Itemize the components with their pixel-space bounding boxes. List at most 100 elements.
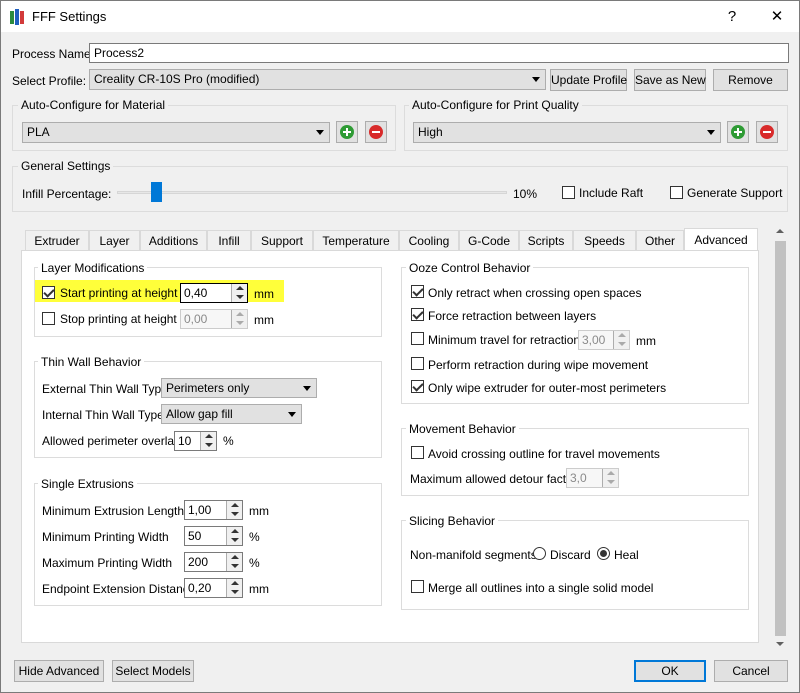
single-row-value: 1,00 [188,503,212,517]
stop-height-value: 0,00 [184,312,208,326]
slicing-title: Slicing Behavior [406,514,499,528]
min-travel-input[interactable]: 3,00 [578,330,630,350]
tab-layer[interactable]: Layer [89,230,140,251]
spin-arrows-icon[interactable] [226,501,242,519]
chevron-down-icon [303,386,311,391]
select-models-button[interactable]: Select Models [112,660,194,682]
spin-arrows-icon[interactable] [231,310,247,328]
internal-thin-wall-select[interactable]: Allow gap fill [161,404,302,424]
min-travel-checkbox[interactable] [411,332,424,345]
tab-additions[interactable]: Additions [140,230,207,251]
avoid-crossing-checkbox[interactable] [411,446,424,459]
force-retract-checkbox[interactable] [411,308,424,321]
single-row-input[interactable]: 0,20 [184,578,243,598]
scroll-up-icon[interactable] [776,229,784,233]
single-row-label: Maximum Printing Width [42,556,173,570]
spin-arrows-icon[interactable] [602,469,618,487]
include-raft-checkbox[interactable] [562,186,575,199]
infill-label: Infill Percentage: [22,187,112,201]
hide-advanced-button[interactable]: Hide Advanced [14,660,104,682]
infill-value: 10% [513,187,538,201]
merge-outlines-checkbox[interactable] [411,580,424,593]
tab-extruder[interactable]: Extruder [25,230,89,251]
infill-slider-track[interactable] [117,191,507,194]
single-row-input[interactable]: 1,00 [184,500,243,520]
material-select-value: PLA [27,125,50,139]
remove-profile-button[interactable]: Remove [713,69,788,91]
plus-icon [340,125,354,139]
external-thin-wall-label: External Thin Wall Type [42,382,168,396]
merge-outlines-label: Merge all outlines into a single solid m… [428,581,654,595]
spin-arrows-icon[interactable] [226,527,242,545]
detour-factor-value: 3,0 [570,471,587,485]
process-name-label: Process Name: [12,47,95,61]
only-retract-checkbox[interactable] [411,285,424,298]
tab-infill[interactable]: Infill [207,230,251,251]
tab-speeds[interactable]: Speeds [573,230,636,251]
internal-thin-wall-label: Internal Thin Wall Type [42,408,164,422]
spin-arrows-icon[interactable] [200,432,216,450]
single-row-unit: % [249,530,260,544]
detour-factor-label: Maximum allowed detour factor [410,472,577,486]
window-title: FFF Settings [32,9,107,24]
min-travel-unit: mm [636,334,656,348]
only-retract-label: Only retract when crossing open spaces [428,286,642,300]
save-as-new-button[interactable]: Save as New [634,69,706,91]
spin-arrows-icon[interactable] [226,553,242,571]
start-printing-checkbox[interactable] [42,286,55,299]
infill-slider-thumb[interactable] [151,182,162,202]
profile-select-value: Creality CR-10S Pro (modified) [94,72,260,86]
overlap-input[interactable]: 10 [174,431,217,451]
stop-height-input[interactable]: 0,00 [180,309,248,329]
only-wipe-label: Only wipe extruder for outer-most perime… [428,381,667,395]
perform-wipe-checkbox[interactable] [411,357,424,370]
scroll-down-icon[interactable] [776,642,784,646]
minus-icon [369,125,383,139]
chevron-down-icon [532,77,540,82]
remove-quality-button[interactable] [756,121,778,143]
tab-scripts[interactable]: Scripts [519,230,573,251]
single-row-input[interactable]: 50 [184,526,243,546]
generate-support-checkbox[interactable] [670,186,683,199]
discard-radio[interactable] [533,547,546,560]
scrollbar-thumb[interactable] [775,241,786,636]
only-wipe-checkbox[interactable] [411,380,424,393]
add-quality-button[interactable] [727,121,749,143]
stop-printing-checkbox[interactable] [42,312,55,325]
quality-select[interactable]: High [413,122,721,143]
update-profile-button[interactable]: Update Profile [550,69,627,91]
single-row-unit: % [249,556,260,570]
tab-support[interactable]: Support [251,230,313,251]
ok-button[interactable]: OK [634,660,706,682]
tab-other[interactable]: Other [636,230,684,251]
close-icon[interactable]: ✕ [754,1,800,32]
process-name-input[interactable]: Process2 [89,43,789,63]
spin-arrows-icon[interactable] [226,579,242,597]
external-thin-wall-value: Perimeters only [166,381,250,395]
heal-radio[interactable] [597,547,610,560]
tab-g-code[interactable]: G-Code [459,230,519,251]
start-height-input[interactable]: 0,40 [180,283,248,303]
start-height-unit: mm [254,287,274,301]
material-select[interactable]: PLA [22,122,330,143]
min-travel-label: Minimum travel for retraction [428,333,581,347]
tab-cooling[interactable]: Cooling [399,230,459,251]
spin-arrows-icon[interactable] [231,284,247,302]
external-thin-wall-select[interactable]: Perimeters only [161,378,317,398]
detour-factor-input[interactable]: 3,0 [566,468,619,488]
app-logo-icon [10,9,24,25]
help-button[interactable]: ? [709,1,755,32]
start-printing-label: Start printing at height [60,286,178,300]
remove-material-button[interactable] [365,121,387,143]
tab-temperature[interactable]: Temperature [313,230,399,251]
overlap-value: 10 [178,434,192,448]
min-travel-value: 3,00 [582,333,606,347]
movement-title: Movement Behavior [406,422,519,436]
add-material-button[interactable] [336,121,358,143]
spin-arrows-icon[interactable] [613,331,629,349]
profile-select[interactable]: Creality CR-10S Pro (modified) [89,69,546,90]
tab-advanced[interactable]: Advanced [684,228,758,251]
single-row-input[interactable]: 200 [184,552,243,572]
cancel-button[interactable]: Cancel [714,660,788,682]
layer-modifications-title: Layer Modifications [38,261,148,275]
